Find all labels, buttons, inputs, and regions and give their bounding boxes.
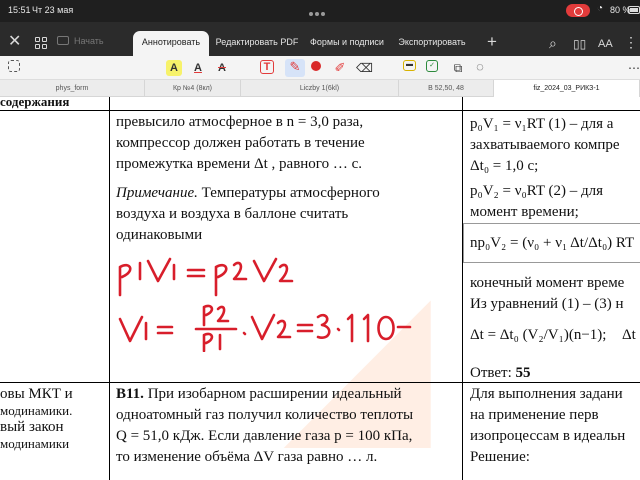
- solution-line: на применение перв: [470, 407, 599, 423]
- doc-tab[interactable]: B 52,50, 48: [399, 80, 494, 97]
- task-b11-text: При изобарном расширении идеальный: [147, 386, 402, 402]
- multitasking-dots[interactable]: [309, 8, 331, 16]
- grid-view-icon[interactable]: [35, 37, 47, 49]
- answer-line: Ответ: 55: [470, 363, 531, 384]
- wifi-icon: ◔: [597, 3, 604, 14]
- comment-icon[interactable]: ▬: [403, 60, 416, 71]
- answer-label: Ответ:: [470, 365, 512, 381]
- add-text-tool[interactable]: T: [260, 60, 274, 74]
- status-time: 15:51: [8, 5, 31, 15]
- solution-formula: np₀V₂ = (ν₀ + ν₁ Δt/Δt₀) RT: [470, 235, 635, 251]
- solution-line: конечный момент време: [470, 275, 625, 291]
- handwritten-annotation: [118, 257, 412, 352]
- task-b11-line: одноатомный газ получил количество тепло…: [116, 407, 414, 423]
- solution-line: Для выполнения задани: [470, 386, 623, 402]
- search-icon[interactable]: ⌕: [549, 35, 557, 51]
- tab-export[interactable]: Экспортировать: [395, 31, 469, 56]
- battery-icon: [628, 6, 640, 14]
- strikethrough-text-tool[interactable]: A: [214, 60, 230, 76]
- solution-line: Δt₀ = 1,0 с;: [470, 158, 539, 174]
- topic-line: модинамики: [0, 436, 70, 451]
- home-tab-label: Начать: [74, 36, 104, 46]
- home-tab-icon: [57, 36, 69, 45]
- pdf-page[interactable]: ◢ содержания превысило атмосферное в n =…: [0, 97, 640, 480]
- answer-value: 55: [515, 365, 531, 381]
- table-rule: [0, 382, 640, 383]
- doc-tab[interactable]: Liczby 1(6kl): [241, 80, 399, 97]
- tab-edit-pdf[interactable]: Редактировать PDF: [215, 31, 299, 56]
- table-rule: [462, 97, 463, 480]
- text-size-button[interactable]: AA: [598, 36, 613, 52]
- solution-line: Из уравнений (1) – (3) н: [470, 296, 624, 312]
- highlight-text-tool[interactable]: A: [166, 60, 182, 76]
- solution-line: момент времени;: [470, 204, 579, 220]
- eraser-icon[interactable]: ⌫: [356, 60, 373, 76]
- tab-forms[interactable]: Формы и подписи: [307, 31, 387, 56]
- solution-formula: Δt: [622, 327, 636, 343]
- underline-text-tool[interactable]: A: [190, 60, 206, 76]
- doc-tab[interactable]: phys_form: [0, 80, 145, 97]
- pen-color-swatch[interactable]: [311, 61, 321, 71]
- close-icon[interactable]: ✕: [8, 34, 21, 50]
- column-header: содержания: [0, 97, 70, 109]
- doc-tab[interactable]: Кр №4 (8кл): [145, 80, 241, 97]
- solution-line: захватываемого компре: [470, 137, 620, 153]
- more-icon[interactable]: ⋮: [624, 34, 638, 50]
- note-line: Примечание. Температуры атмосферного: [116, 183, 380, 204]
- task-text-line: промежутка времени Δt , равного … с.: [116, 156, 362, 172]
- status-bar: 15:51 Чт 23 мая ◔ 80 %: [0, 0, 640, 22]
- doc-tab-active[interactable]: fiz_2024_03_РИКЗ-1: [494, 80, 640, 97]
- solution-formula: Δt = Δt₀ (V₂/V₁)(n−1);: [470, 327, 607, 343]
- tab-annotate[interactable]: Аннотировать: [133, 31, 209, 56]
- note-text: Температуры атмосферного: [201, 185, 380, 201]
- more-tools-icon[interactable]: ⋯: [626, 60, 640, 76]
- table-rule: [0, 110, 640, 111]
- task-b11-line: B11. При изобарном расширении идеальный: [116, 384, 402, 405]
- note-line: воздуха и воздуха в баллоне считать: [116, 206, 349, 222]
- lasso-icon[interactable]: ◌: [472, 59, 488, 75]
- document-tabs-bar: phys_form Кр №4 (8кл) Liczby 1(6kl) B 52…: [0, 80, 640, 97]
- ipad-screen: 15:51 Чт 23 мая ◔ 80 % ✕ Начать Аннотиро…: [0, 0, 640, 480]
- task-b11-label: B11.: [116, 386, 144, 402]
- solution-line: Решение:: [470, 449, 530, 465]
- task-b11-line: Q = 51,0 кДж. Если давление газа p = 100…: [116, 428, 413, 444]
- add-tab-button[interactable]: +: [487, 33, 497, 50]
- pen-icon[interactable]: ✎: [285, 59, 305, 77]
- solution-line: p₀V₂ = ν₀RT (2) – для: [470, 183, 604, 199]
- stamp-icon[interactable]: ✓: [426, 60, 438, 72]
- book-icon[interactable]: ▯▯: [573, 36, 586, 52]
- solution-line: изопроцессам в идеальн: [470, 428, 626, 444]
- select-area-icon[interactable]: [8, 60, 20, 72]
- home-tab[interactable]: Начать: [57, 34, 113, 50]
- task-b11-line: то изменение объёма ΔV газа равно … л.: [116, 449, 378, 465]
- attach-icon[interactable]: ⧉: [450, 60, 466, 76]
- status-date: Чт 23 мая: [32, 5, 74, 15]
- screen-record-icon[interactable]: [566, 4, 590, 17]
- solution-line: p₀V₁ = ν₁RT (1) – для а: [470, 116, 614, 132]
- task-text-line: превысило атмосферное в n = 3,0 раза,: [116, 114, 364, 130]
- marker-icon[interactable]: ✐: [332, 60, 348, 76]
- note-label: Примечание.: [116, 185, 198, 201]
- table-rule: [109, 97, 110, 480]
- task-text-line: компрессор должен работать в течение: [116, 135, 365, 151]
